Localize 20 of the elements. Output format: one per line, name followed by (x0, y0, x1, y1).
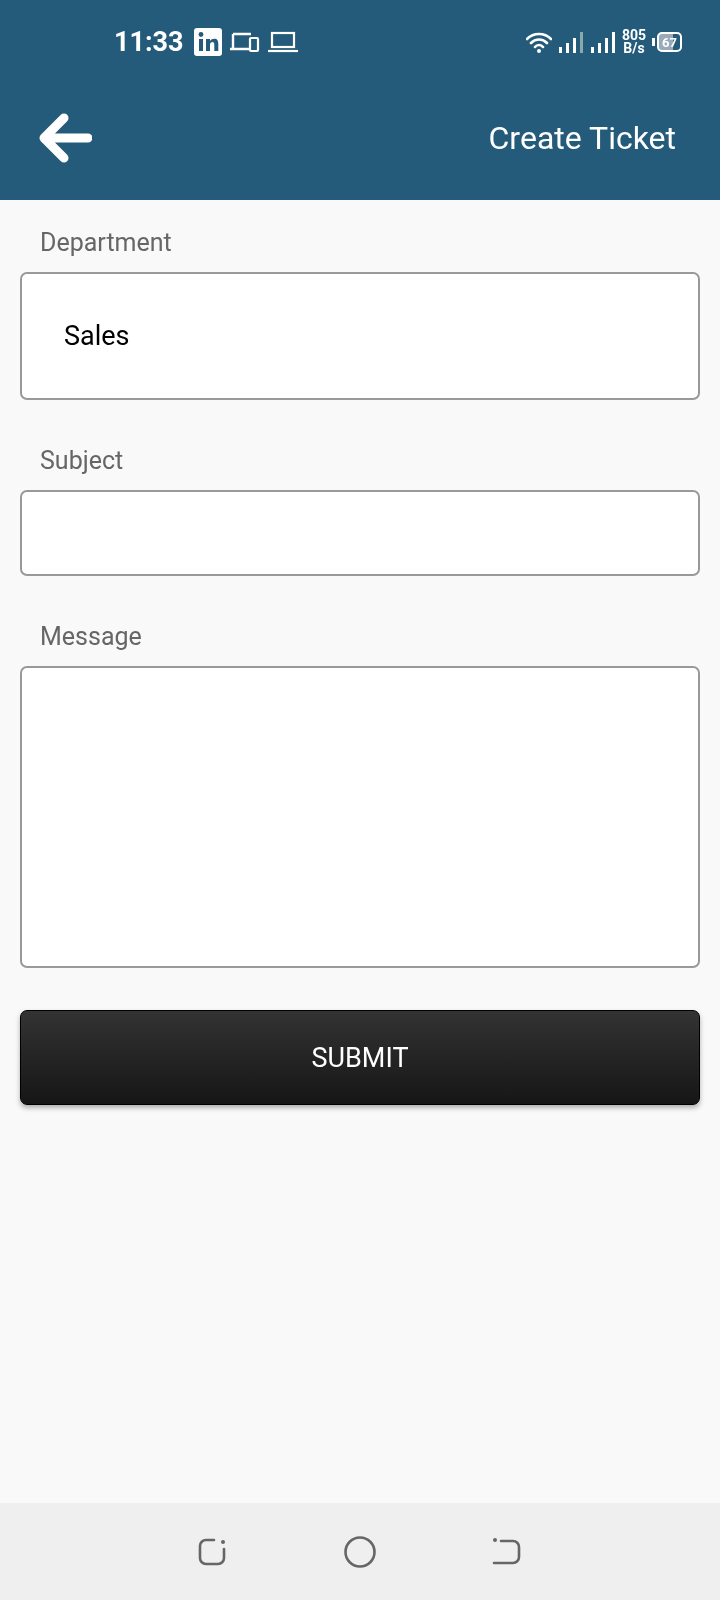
back-button[interactable] (38, 113, 92, 163)
laptop-icon (267, 31, 298, 53)
dropdown-field[interactable]: Sales (20, 272, 700, 400)
submit-button[interactable]: SUBMIT (20, 1010, 700, 1105)
signal-icon (589, 31, 616, 53)
clock-time: 11:33 (114, 26, 184, 58)
network-speed-unit: B/s (623, 42, 645, 55)
network-speed: 805 (621, 29, 647, 42)
field-label: Subject (40, 446, 125, 475)
input-field[interactable] (20, 490, 700, 576)
screen-title: Create Ticket (488, 119, 676, 157)
battery-tip-icon (652, 38, 656, 46)
home-icon[interactable] (343, 1534, 377, 1569)
wifi-icon (525, 31, 552, 53)
field-label: Message (40, 622, 143, 651)
signal-icon (557, 31, 584, 53)
field-label: Department (40, 228, 173, 257)
devices-icon (229, 31, 260, 53)
linkedin-icon (193, 28, 222, 56)
back-icon[interactable] (491, 1536, 523, 1567)
